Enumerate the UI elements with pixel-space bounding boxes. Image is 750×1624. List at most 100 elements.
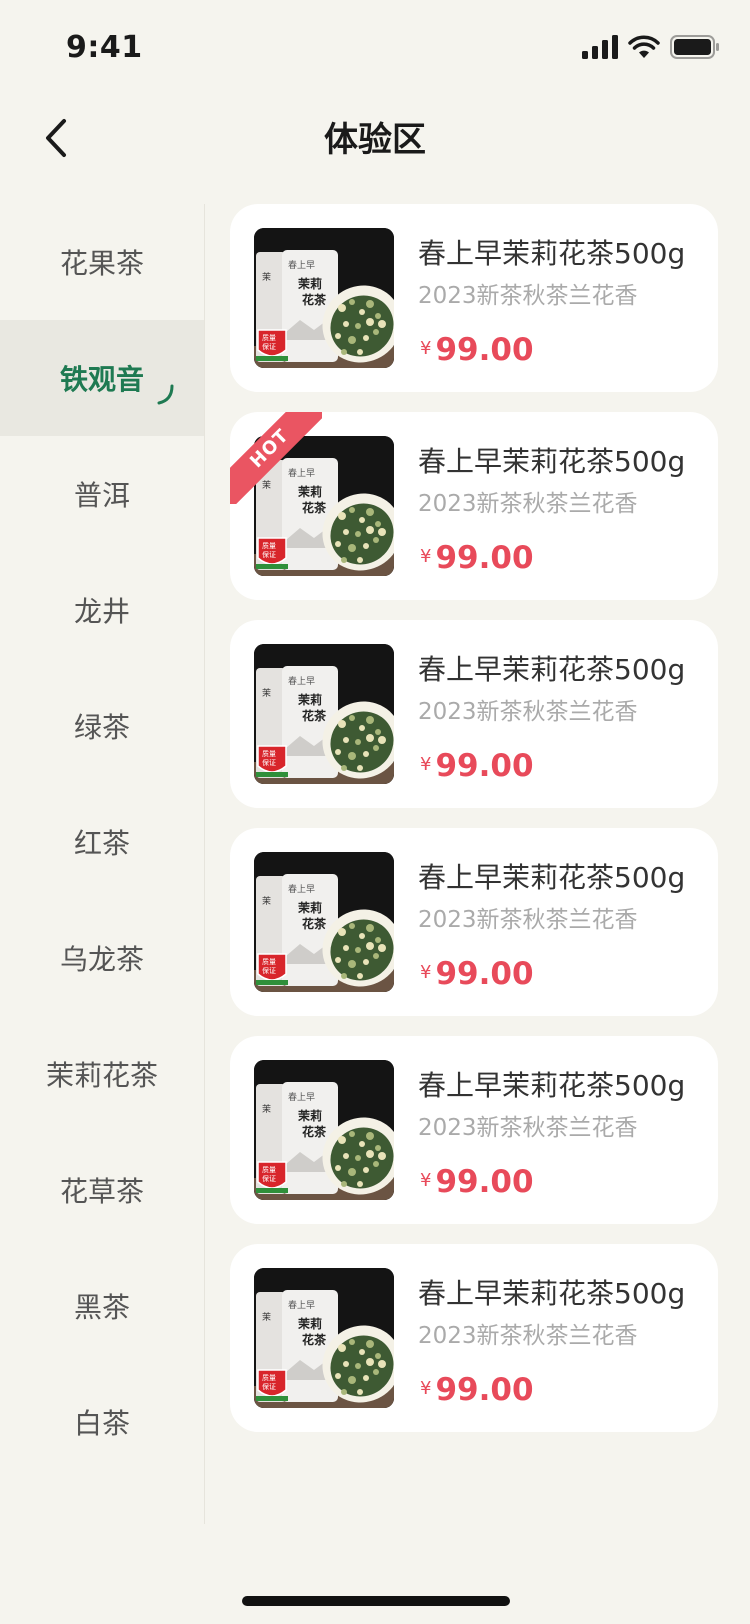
status-icons xyxy=(582,32,720,62)
product-image-art: 茉 春上早茉莉花茶质量保证 xyxy=(254,228,394,368)
product-name: 春上早茉莉花茶500g xyxy=(418,237,686,270)
sidebar-item-hong-cha[interactable]: 红茶 xyxy=(0,784,204,900)
currency-symbol: ¥ xyxy=(420,1378,432,1399)
sidebar-item-mo-li-hua-cha[interactable]: 茉莉花茶 xyxy=(0,1016,204,1132)
svg-text:质量: 质量 xyxy=(262,333,276,342)
product-image: 茉 春上早茉莉 花茶质量 保证 xyxy=(254,852,394,992)
svg-text:茉: 茉 xyxy=(262,895,271,907)
product-name: 春上早茉莉花茶500g xyxy=(418,1277,686,1310)
svg-text:茉莉: 茉莉 xyxy=(298,276,322,291)
sidebar-item-pu-er[interactable]: 普洱 xyxy=(0,436,204,552)
svg-text:茉: 茉 xyxy=(262,1103,271,1115)
price-value: 99.00 xyxy=(435,540,534,576)
product-price: ¥99.00 xyxy=(420,956,534,992)
svg-text:茉莉: 茉莉 xyxy=(298,1316,322,1331)
svg-text:保证: 保证 xyxy=(262,550,276,559)
product-image: 茉 春上早茉莉 花茶质量 保证 xyxy=(254,644,394,784)
sidebar-item-hua-guo-cha[interactable]: 花果茶 xyxy=(0,204,204,320)
svg-text:茉: 茉 xyxy=(262,1311,271,1323)
product-price: ¥99.00 xyxy=(420,1164,534,1200)
svg-text:保证: 保证 xyxy=(262,342,276,351)
product-image-art: 茉 春上早茉莉花茶质量保证 xyxy=(254,1268,394,1408)
product-card[interactable]: 茉 春上早茉莉 花茶质量 保证 春上早茉莉花茶500g 2023新茶秋茶兰花香 ¥99… xyxy=(230,620,718,808)
sidebar-item-label: 茉莉花茶 xyxy=(45,1059,158,1092)
sidebar-divider xyxy=(204,204,205,1524)
product-image: 茉 春上早 茉莉 花茶 质量 保证 xyxy=(254,1060,394,1200)
svg-text:质量: 质量 xyxy=(262,749,276,758)
svg-text:花茶: 花茶 xyxy=(302,708,327,723)
product-card[interactable]: 茉 春上早 茉莉 花茶 质量 保证 春上早茉莉花茶500g 2023新茶秋茶兰花香 ¥99… xyxy=(230,1036,718,1224)
sidebar-item-bai-cha[interactable]: 白茶 xyxy=(0,1364,204,1480)
category-sidebar: 花果茶 铁观音 普洱 龙井 绿茶 红茶 乌龙茶 茉莉花茶 花草茶 黑茶 白茶 xyxy=(0,204,204,1524)
sidebar-item-label: 花草茶 xyxy=(59,1175,144,1208)
svg-text:春上早: 春上早 xyxy=(288,1091,315,1103)
price-value: 99.00 xyxy=(435,956,534,992)
sidebar-item-hua-cao-cha[interactable]: 花草茶 xyxy=(0,1132,204,1248)
svg-text:茉: 茉 xyxy=(262,687,271,699)
product-name: 春上早茉莉花茶500g xyxy=(418,653,686,686)
svg-text:保证: 保证 xyxy=(262,966,276,975)
product-image-art: 茉 春上早茉莉花茶质量保证 xyxy=(254,1060,394,1200)
sidebar-item-label: 红茶 xyxy=(73,827,130,860)
sidebar-item-lv-cha[interactable]: 绿茶 xyxy=(0,668,204,784)
product-subtitle: 2023新茶秋茶兰花香 xyxy=(418,1115,638,1141)
svg-text:春上早: 春上早 xyxy=(288,883,315,895)
currency-symbol: ¥ xyxy=(420,754,432,775)
product-subtitle: 2023新茶秋茶兰花香 xyxy=(418,283,638,309)
svg-text:茉: 茉 xyxy=(262,271,271,283)
product-card[interactable]: 茉春上早 茉莉 花茶 质量 保证 HOT 春上早茉莉花茶500g 2023新茶秋茶兰花香… xyxy=(230,412,718,600)
currency-symbol: ¥ xyxy=(420,546,432,567)
currency-symbol: ¥ xyxy=(420,1170,432,1191)
svg-text:保证: 保证 xyxy=(262,758,276,767)
product-image: 茉 春上早 茉莉 花茶 质量 保证 xyxy=(254,1268,394,1408)
page-title: 体验区 xyxy=(324,120,426,160)
battery-icon xyxy=(670,35,719,59)
product-image-art: 茉 春上早茉莉花茶质量保证 xyxy=(254,644,394,784)
product-name: 春上早茉莉花茶500g xyxy=(418,445,686,478)
product-image-art: 茉 春上早茉莉花茶质量保证 xyxy=(254,852,394,992)
currency-symbol: ¥ xyxy=(420,962,432,983)
sidebar-item-long-jing[interactable]: 龙井 xyxy=(0,552,204,668)
svg-text:质量: 质量 xyxy=(262,1165,276,1174)
product-price: ¥99.00 xyxy=(420,1372,534,1408)
home-indicator xyxy=(242,1596,510,1606)
product-image: 茉 春上早茉莉 花茶质量 保证 xyxy=(254,228,394,368)
svg-text:茉莉: 茉莉 xyxy=(298,1108,322,1123)
product-card[interactable]: 茉 春上早茉莉 花茶质量 保证 春上早茉莉花茶500g 2023新茶秋茶兰花香 ¥99… xyxy=(230,204,718,392)
status-bar: 9:41 xyxy=(0,0,750,90)
price-value: 99.00 xyxy=(435,1164,534,1200)
sidebar-item-label: 乌龙茶 xyxy=(59,943,144,976)
svg-text:保证: 保证 xyxy=(262,1382,276,1391)
price-value: 99.00 xyxy=(435,748,534,784)
svg-text:春上早: 春上早 xyxy=(288,675,315,687)
sidebar-item-wu-long-cha[interactable]: 乌龙茶 xyxy=(0,900,204,1016)
sidebar-item-tie-guan-yin[interactable]: 铁观音 xyxy=(0,320,204,436)
sidebar-item-hei-cha[interactable]: 黑茶 xyxy=(0,1248,204,1364)
svg-text:春上早: 春上早 xyxy=(288,259,315,271)
hot-badge: HOT xyxy=(230,412,322,504)
sidebar-item-label: 黑茶 xyxy=(73,1291,130,1324)
svg-text:质量: 质量 xyxy=(262,1373,276,1382)
svg-text:茉莉: 茉莉 xyxy=(298,900,322,915)
svg-text:质量: 质量 xyxy=(262,957,276,966)
curve-mark-icon xyxy=(157,384,174,405)
svg-text:花茶: 花茶 xyxy=(302,1332,327,1347)
product-name: 春上早茉莉花茶500g xyxy=(418,1069,686,1102)
svg-text:茉莉: 茉莉 xyxy=(298,692,322,707)
product-card[interactable]: 茉 春上早 茉莉 花茶 质量 保证 春上早茉莉花茶500g 2023新茶秋茶兰花香 ¥99… xyxy=(230,1244,718,1432)
product-price: ¥99.00 xyxy=(420,332,534,368)
svg-text:花茶: 花茶 xyxy=(302,916,327,931)
sidebar-item-label: 铁观音 xyxy=(59,363,144,396)
product-subtitle: 2023新茶秋茶兰花香 xyxy=(418,699,638,725)
product-price: ¥99.00 xyxy=(420,540,534,576)
product-subtitle: 2023新茶秋茶兰花香 xyxy=(418,907,638,933)
price-value: 99.00 xyxy=(435,332,534,368)
product-card[interactable]: 茉 春上早 茉莉 花茶 质量 保证 春上早茉莉花茶500g 2023新茶秋茶兰花香 ¥99… xyxy=(230,828,718,1016)
hot-badge-text: HOT xyxy=(230,412,322,504)
svg-text:花茶: 花茶 xyxy=(302,292,327,307)
svg-text:质量: 质量 xyxy=(262,541,276,550)
sidebar-item-label: 绿茶 xyxy=(73,711,130,744)
svg-text:花茶: 花茶 xyxy=(302,1124,327,1139)
currency-symbol: ¥ xyxy=(420,338,432,359)
wifi-icon xyxy=(628,35,660,58)
